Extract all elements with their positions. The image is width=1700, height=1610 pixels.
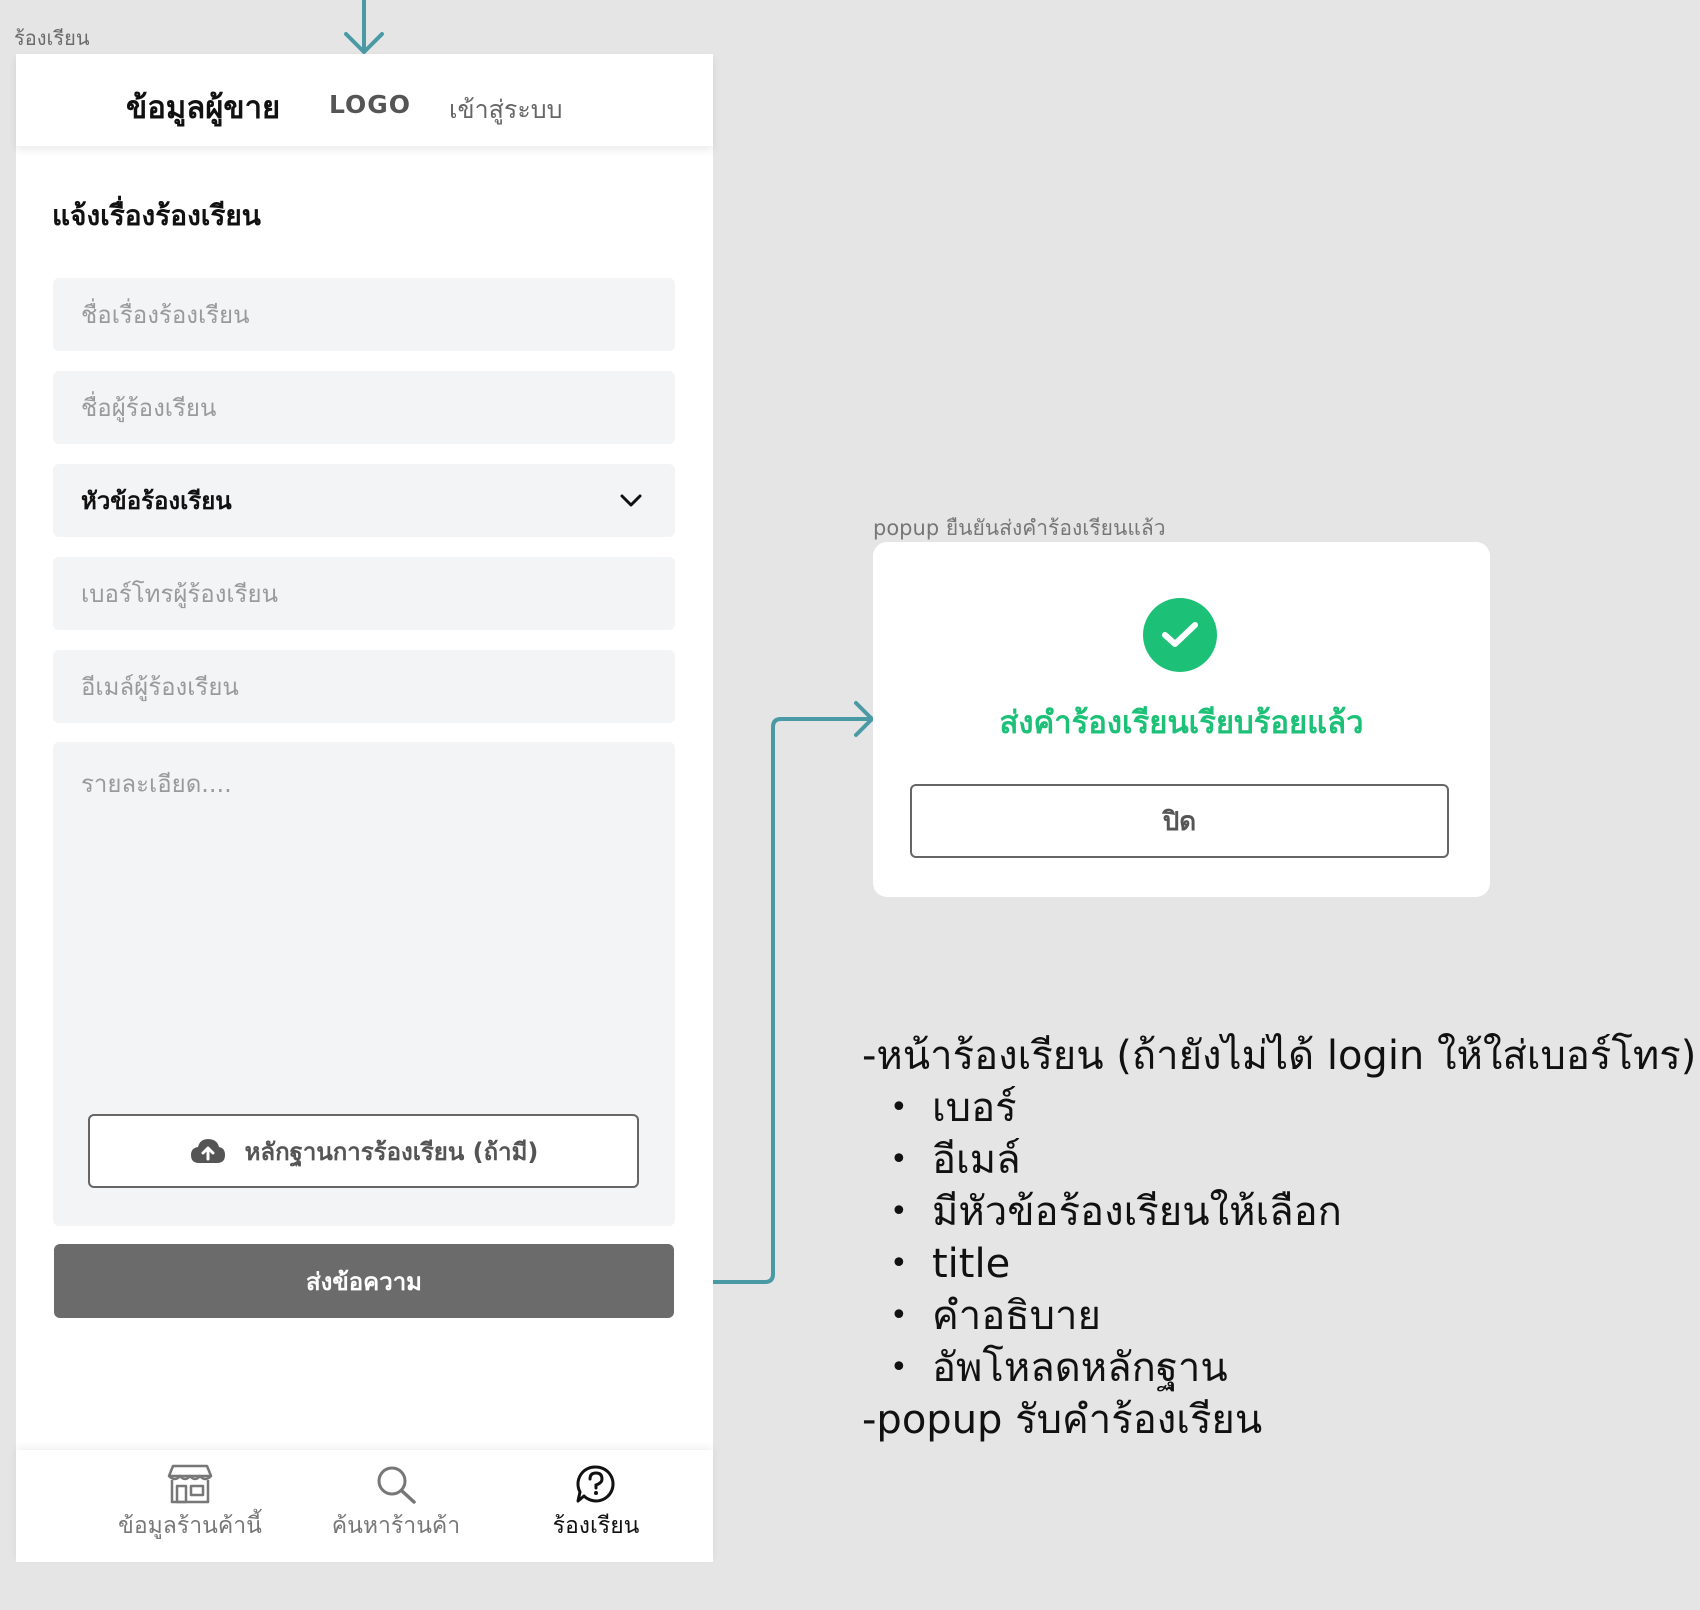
phone-frame: ข้อมูลผู้ขาย LOGO เข้าสู่ระบบ แจ้งเรื่อง… (16, 54, 713, 1562)
submit-button[interactable]: ส่งข้อความ (54, 1244, 674, 1318)
popup-frame-label: popup ยืนยันส่งคำร้องเรียนแล้ว (873, 516, 1166, 540)
notes-list: เบอร์ อีเมล์ มีหัวข้อร้องเรียนให้เลือก t… (862, 1082, 1696, 1394)
search-icon (377, 1466, 416, 1504)
list-item: อัพโหลดหลักฐาน (890, 1342, 1696, 1394)
check-circle-icon (1143, 598, 1217, 672)
tab-seller-info[interactable]: ข้อมูลผู้ขาย (126, 82, 280, 132)
bottom-nav: ข้อมูลร้านค้านี้ ค้นหาร้านค้า ร้องเรียน (16, 1450, 713, 1562)
list-item: คำอธิบาย (890, 1290, 1696, 1342)
requirements-notes: -หน้าร้องเรียน (ถ้ายังไม่ได้ login ให้ใส… (862, 1030, 1696, 1446)
logo: LOGO (329, 90, 412, 119)
email-input[interactable]: อีเมล์ผู้ร้องเรียน (53, 650, 675, 723)
complainant-name-input[interactable]: ชื่อผู้ร้องเรียน (53, 371, 675, 444)
success-popup: ส่งคำร้องเรียนเรียบร้อยแล้ว ปิด (873, 542, 1490, 897)
login-link[interactable]: เข้าสู่ระบบ (449, 90, 563, 130)
notes-footer: -popup รับคำร้องเรียน (862, 1397, 1263, 1443)
top-bar: ข้อมูลผู้ขาย LOGO เข้าสู่ระบบ (16, 54, 713, 146)
nav-label-search-store: ค้นหาร้านค้า (331, 1513, 461, 1539)
page-title: แจ้งเรื่องร้องเรียน (52, 199, 261, 232)
store-icon (167, 1464, 213, 1504)
topic-select[interactable]: หัวข้อร้องเรียน (53, 464, 675, 537)
nav-item-store-info[interactable]: ข้อมูลร้านค้านี้ (90, 1464, 290, 1544)
nav-label-complaint: ร้องเรียน (552, 1513, 640, 1539)
nav-item-search-store[interactable]: ค้นหาร้านค้า (296, 1464, 496, 1544)
details-placeholder: รายละเอียด.... (81, 770, 232, 798)
nav-label-store-info: ข้อมูลร้านค้านี้ (118, 1513, 262, 1539)
cloud-upload-icon (190, 1139, 225, 1163)
help-bubble-icon (576, 1465, 615, 1503)
complaint-title-input[interactable]: ชื่อเรื่องร้องเรียน (53, 278, 675, 351)
list-item: มีหัวข้อร้องเรียนให้เลือก (890, 1186, 1696, 1238)
topic-select-value: หัวข้อร้องเรียน (81, 487, 232, 515)
list-item: เบอร์ (890, 1082, 1696, 1134)
popup-close-button[interactable]: ปิด (910, 784, 1449, 858)
upload-evidence-button[interactable]: หลักฐานการร้องเรียน (ถ้ามี) (88, 1114, 639, 1188)
frame-label: ร้องเรียน (14, 26, 90, 50)
phone-input[interactable]: เบอร์โทรผู้ร้องเรียน (53, 557, 675, 630)
popup-success-message: ส่งคำร้องเรียนเรียบร้อยแล้ว (999, 705, 1364, 741)
nav-item-complaint[interactable]: ร้องเรียน (496, 1464, 696, 1544)
entry-arrow (344, 0, 384, 54)
list-item: อีเมล์ (890, 1134, 1696, 1186)
upload-evidence-label: หลักฐานการร้องเรียน (ถ้ามี) (244, 1137, 539, 1166)
chevron-down-icon (620, 494, 642, 506)
list-item: title (890, 1238, 1696, 1290)
notes-heading: -หน้าร้องเรียน (ถ้ายังไม่ได้ login ให้ใส… (862, 1033, 1697, 1079)
